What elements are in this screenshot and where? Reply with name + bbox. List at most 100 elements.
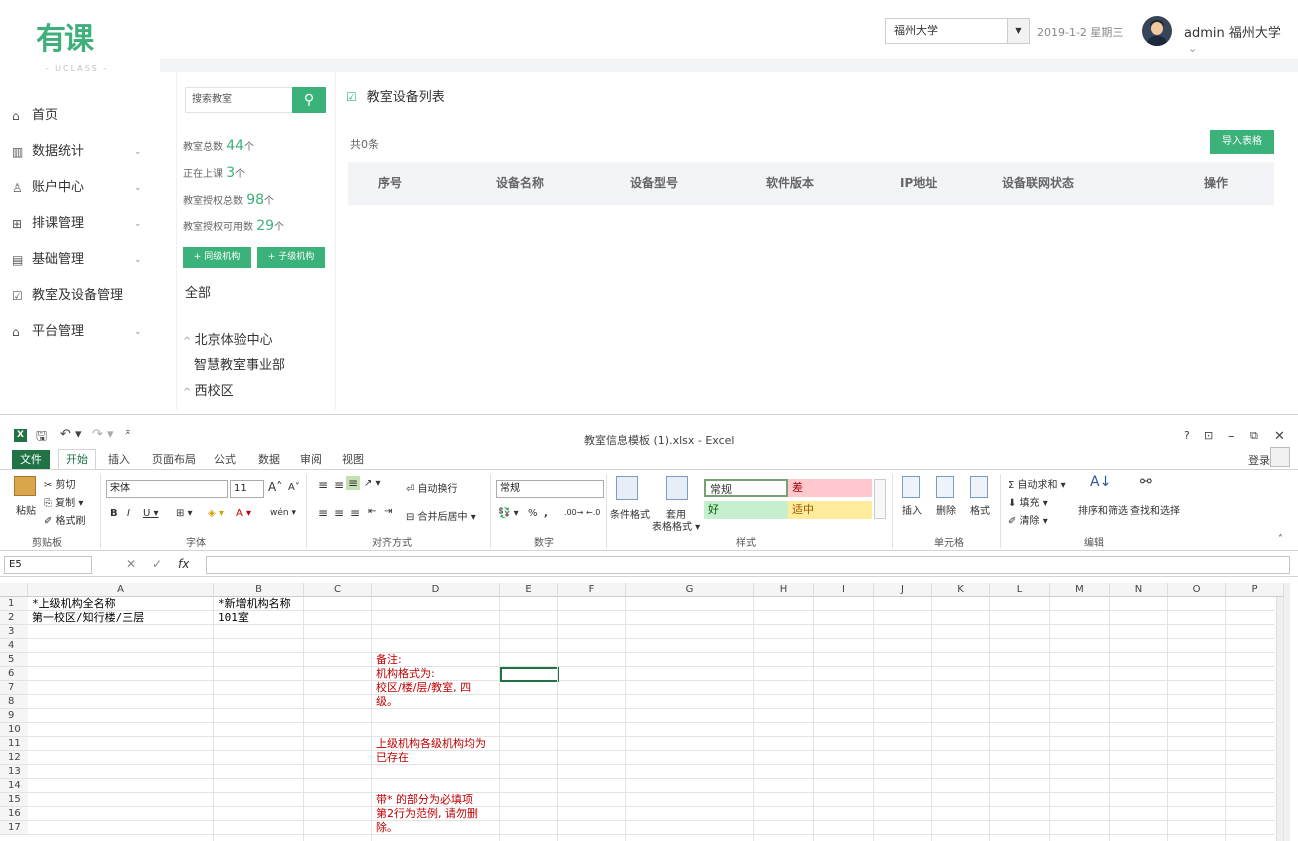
row-header[interactable]: 8: [0, 695, 28, 709]
cell-b1[interactable]: *新增机构名称: [218, 597, 291, 611]
conditional-format-icon[interactable]: [616, 476, 638, 500]
align-left-button[interactable]: ≡: [318, 506, 328, 520]
enter-icon[interactable]: ✓: [152, 557, 162, 571]
format-cells-icon[interactable]: [970, 476, 988, 498]
delete-cells-button[interactable]: 删除: [936, 502, 956, 517]
sign-in-link[interactable]: 登录: [1248, 452, 1270, 468]
selected-cell-e5[interactable]: [500, 667, 559, 682]
row-header[interactable]: 16: [0, 807, 28, 821]
fill-color-button[interactable]: ◈ ▾: [208, 508, 224, 519]
help-icon[interactable]: ?: [1184, 429, 1190, 442]
column-header[interactable]: B: [214, 583, 304, 597]
dropdown-arrow-icon[interactable]: ▼: [1007, 19, 1029, 43]
align-center-button[interactable]: ≡: [334, 506, 344, 520]
cut-button[interactable]: ✂ 剪切: [44, 476, 76, 491]
column-header[interactable]: O: [1168, 583, 1226, 597]
align-middle-button[interactable]: ≡: [334, 478, 344, 492]
comma-button[interactable]: ,: [544, 508, 548, 519]
decrease-indent-button[interactable]: ⇤: [368, 506, 376, 517]
tab-formulas[interactable]: 公式: [214, 451, 236, 467]
find-select-icon[interactable]: ⚯: [1140, 474, 1152, 490]
style-neutral[interactable]: 适中: [788, 501, 872, 519]
row-header[interactable]: 4: [0, 639, 28, 653]
tree-item[interactable]: ^ 西校区: [183, 380, 234, 399]
spreadsheet-grid[interactable]: 17 16 15 14 13 12 11 10 9 8 7 6 5 4 3 2 1 *上级机构全名称 *新增机构…: [0, 583, 1298, 841]
insert-function-icon[interactable]: fx: [178, 557, 189, 571]
column-header[interactable]: N: [1110, 583, 1168, 597]
increase-indent-button[interactable]: ⇥: [384, 506, 392, 517]
sidebar-item[interactable]: ♙ 账户中心 ⌄: [0, 170, 160, 206]
search-input[interactable]: 搜索教室: [185, 87, 293, 113]
font-color-button[interactable]: A ▾: [236, 508, 251, 519]
conditional-format-button[interactable]: 条件格式: [610, 506, 650, 521]
cell-b2[interactable]: 101室: [218, 611, 249, 625]
insert-cells-icon[interactable]: [902, 476, 920, 498]
user-menu[interactable]: admin 福州大学 ⌄: [1184, 22, 1298, 56]
format-cells-button[interactable]: 格式: [970, 502, 990, 517]
collapse-ribbon-icon[interactable]: ˄: [1278, 534, 1283, 545]
tab-home[interactable]: 开始: [58, 449, 96, 471]
customize-qat-icon[interactable]: ⌅: [124, 427, 132, 437]
tab-view[interactable]: 视图: [342, 451, 364, 467]
sidebar-item[interactable]: ⌂ 平台管理 ⌄: [0, 314, 160, 350]
name-box[interactable]: E5: [4, 556, 92, 574]
column-header[interactable]: G: [626, 583, 754, 597]
styles-scroll[interactable]: [874, 479, 886, 519]
tab-page-layout[interactable]: 页面布局: [152, 451, 196, 467]
tree-item[interactable]: ^ 北京体验中心: [183, 329, 273, 348]
cell-a2[interactable]: 第一校区/知行楼/三层: [32, 611, 144, 625]
align-bottom-button[interactable]: ≡: [346, 476, 361, 490]
font-name-select[interactable]: 宋体: [106, 480, 228, 498]
sidebar-item[interactable]: ☑ 教室及设备管理: [0, 278, 160, 314]
avatar[interactable]: [1142, 16, 1172, 46]
sidebar-item[interactable]: ⊞ 排课管理 ⌄: [0, 206, 160, 242]
grow-font-button[interactable]: A˄: [268, 480, 282, 494]
decrease-decimal-button[interactable]: ←.0: [586, 508, 600, 517]
paste-icon[interactable]: [14, 476, 36, 496]
column-header[interactable]: F: [558, 583, 626, 597]
number-format-select[interactable]: 常规: [496, 480, 604, 498]
row-header[interactable]: 13: [0, 765, 28, 779]
italic-button[interactable]: I: [127, 508, 130, 519]
phonetic-button[interactable]: wén ▾: [270, 508, 296, 518]
column-header[interactable]: A: [28, 583, 214, 597]
tab-data[interactable]: 数据: [258, 451, 280, 467]
row-header[interactable]: 2: [0, 611, 28, 625]
sort-filter-icon[interactable]: A↓: [1090, 474, 1111, 490]
tree-item[interactable]: 智慧教室事业部: [194, 354, 285, 373]
row-header[interactable]: 9: [0, 709, 28, 723]
format-as-table-icon[interactable]: [666, 476, 688, 500]
tab-insert[interactable]: 插入: [108, 451, 130, 467]
style-good[interactable]: 好: [704, 501, 788, 519]
align-right-button[interactable]: ≡: [350, 506, 360, 520]
redo-icon[interactable]: ↷ ▾: [92, 427, 114, 442]
currency-button[interactable]: 💱 ▾: [498, 508, 519, 519]
minimize-icon[interactable]: –: [1228, 429, 1235, 444]
row-header[interactable]: 3: [0, 625, 28, 639]
column-header[interactable]: J: [874, 583, 932, 597]
search-icon[interactable]: ⚲: [292, 87, 326, 113]
import-table-button[interactable]: 导入表格: [1210, 130, 1274, 154]
account-icon[interactable]: [1270, 447, 1290, 467]
column-header[interactable]: L: [990, 583, 1050, 597]
find-select-button[interactable]: 查找和选择: [1130, 502, 1180, 517]
font-size-select[interactable]: 11: [230, 480, 264, 498]
select-all-corner[interactable]: [0, 583, 28, 597]
border-button[interactable]: ⊞ ▾: [176, 508, 193, 519]
column-header[interactable]: C: [304, 583, 372, 597]
school-select[interactable]: 福州大学 ▼: [885, 18, 1030, 44]
style-bad[interactable]: 差: [788, 479, 872, 497]
delete-cells-icon[interactable]: [936, 476, 954, 498]
row-header[interactable]: 6: [0, 667, 28, 681]
sidebar-item[interactable]: ▤ 基础管理 ⌄: [0, 242, 160, 278]
insert-cells-button[interactable]: 插入: [902, 502, 922, 517]
column-header[interactable]: M: [1050, 583, 1110, 597]
cancel-icon[interactable]: ✕: [126, 557, 136, 571]
tab-review[interactable]: 审阅: [300, 451, 322, 467]
orientation-button[interactable]: ↗ ▾: [364, 478, 381, 489]
percent-button[interactable]: %: [528, 508, 538, 519]
tree-item-all[interactable]: 全部: [185, 282, 211, 301]
shrink-font-button[interactable]: A˅: [288, 482, 300, 493]
sidebar-item[interactable]: ⌂ 首页: [0, 98, 160, 134]
bold-button[interactable]: B: [110, 508, 118, 519]
